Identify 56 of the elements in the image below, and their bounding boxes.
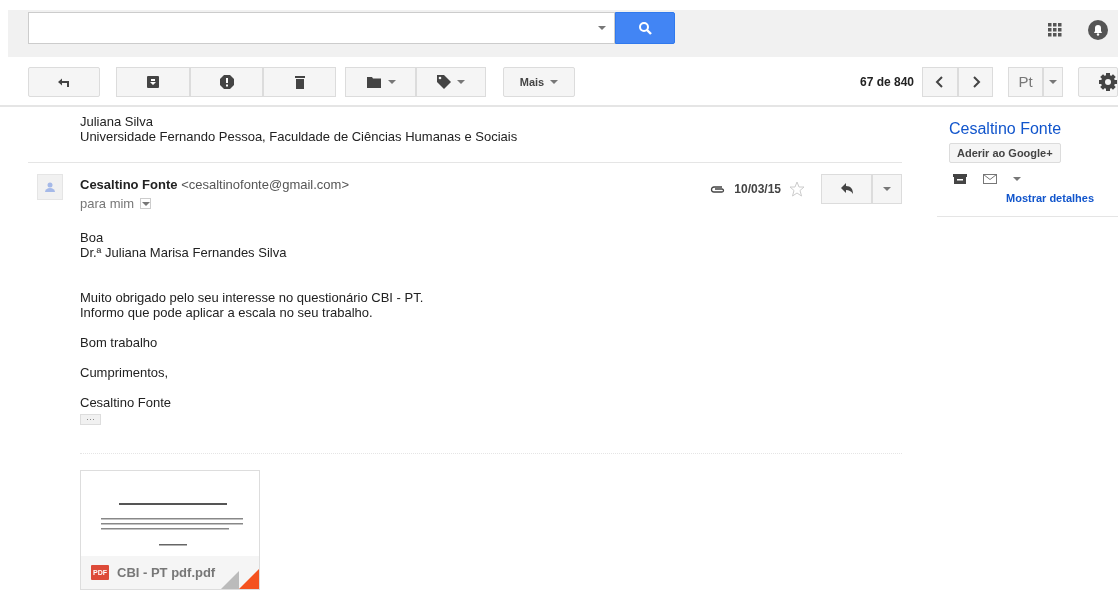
folder-icon bbox=[365, 74, 382, 89]
move-to-button[interactable] bbox=[345, 66, 416, 97]
caret-icon bbox=[141, 201, 150, 206]
tag-icon bbox=[437, 74, 451, 89]
person-icon bbox=[45, 182, 55, 192]
more-button[interactable]: Mais bbox=[503, 66, 575, 97]
sender-email: <cesaltinofonte@gmail.com> bbox=[181, 177, 349, 192]
attachment-filename: CBI - PT pdf.pdf bbox=[117, 565, 216, 580]
join-button[interactable]: Aderir ao Google+ bbox=[949, 143, 1061, 163]
body-text: Muito obrigado pelo seu interesse no questionário CBI - PT. bbox=[80, 290, 425, 305]
caret-icon bbox=[1049, 79, 1057, 84]
settings-button[interactable] bbox=[1078, 66, 1118, 97]
show-details-link[interactable]: Mostrar detalhes bbox=[1006, 192, 1118, 204]
older-button[interactable] bbox=[958, 66, 993, 97]
labels-button[interactable] bbox=[416, 66, 486, 97]
body-text: Cumprimentos, bbox=[80, 365, 170, 380]
sender-name: Cesaltino Fonte bbox=[80, 177, 178, 192]
mail-icon bbox=[983, 174, 997, 184]
archive-icon bbox=[953, 174, 967, 184]
body-text: Informo que pode aplicar a escala no seu trabalho. bbox=[80, 305, 374, 320]
body-text: Cesaltino Fonte bbox=[80, 395, 173, 410]
message-counter: 67 de 840 bbox=[859, 74, 914, 89]
search-field[interactable] bbox=[28, 12, 615, 44]
reply-icon bbox=[839, 182, 854, 196]
star-icon[interactable] bbox=[789, 181, 805, 197]
contact-name[interactable]: Cesaltino Fonte bbox=[949, 120, 1118, 138]
caret-icon bbox=[457, 79, 465, 84]
delete-button[interactable] bbox=[263, 66, 336, 97]
details-dropdown[interactable] bbox=[140, 198, 152, 209]
apps-grid-icon bbox=[1048, 23, 1062, 37]
spam-button[interactable] bbox=[190, 66, 263, 97]
caret-icon bbox=[1013, 177, 1021, 181]
message-date: 10/03/15 bbox=[734, 182, 781, 196]
archive-icon bbox=[146, 74, 160, 89]
notification-icon bbox=[1088, 20, 1108, 40]
body-text: Boa bbox=[80, 230, 105, 245]
recipient-label: para mim bbox=[80, 196, 135, 211]
settings-icon bbox=[1099, 72, 1117, 91]
body-text: Dr.ª Juliana Marisa Fernandes Silva bbox=[80, 245, 288, 260]
search-icon bbox=[638, 21, 652, 35]
signature-line: Universidade Fernando Pessoa, Faculdade de Ciências Humanas e Sociais bbox=[80, 129, 519, 144]
caret-icon bbox=[550, 79, 559, 84]
exclamation-icon bbox=[219, 74, 234, 89]
caret-icon bbox=[883, 187, 891, 191]
show-trimmed-button[interactable]: ··· bbox=[80, 414, 101, 425]
folded-corner-icon bbox=[221, 569, 259, 589]
dropdown-caret-icon bbox=[598, 26, 606, 30]
signature-line: Juliana Silva bbox=[80, 114, 154, 129]
language-button[interactable]: Pt bbox=[1008, 66, 1043, 97]
newer-button[interactable] bbox=[922, 66, 958, 97]
caret-icon bbox=[387, 79, 396, 84]
trash-icon bbox=[292, 74, 307, 89]
body-text: Bom trabalho bbox=[80, 335, 159, 350]
reply-button[interactable] bbox=[821, 174, 872, 204]
search-button[interactable] bbox=[615, 12, 675, 44]
archive-button[interactable] bbox=[116, 66, 190, 97]
